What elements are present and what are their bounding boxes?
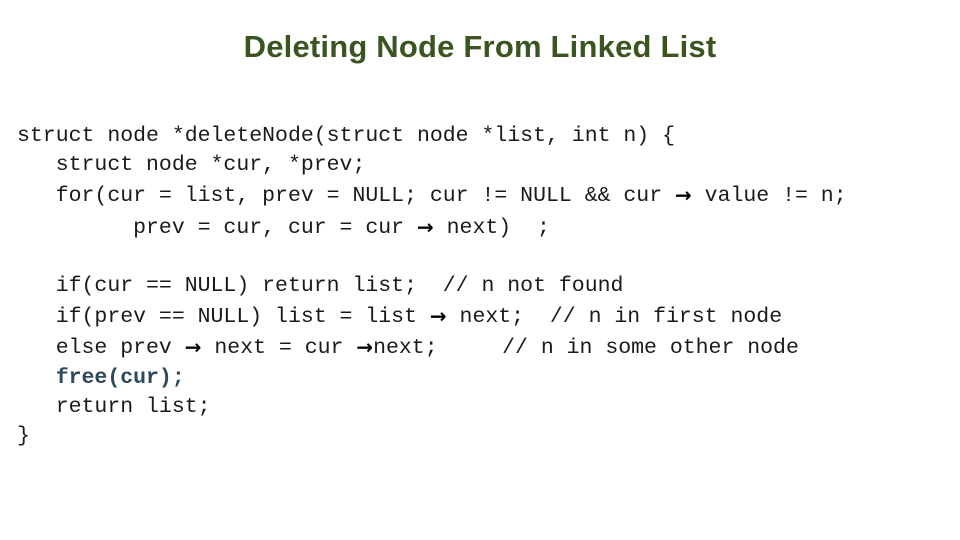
line-signature: struct node *deleteNode(struct node *lis…: [17, 122, 947, 151]
code-token: next) ;: [433, 215, 550, 240]
code-token: else prev: [17, 336, 185, 361]
line-declare-vars: struct node *cur, *prev;: [17, 151, 947, 180]
right-arrow-icon: →: [429, 304, 447, 329]
line-close-brace: }: [17, 422, 947, 451]
code-token: if(prev == NULL) list = list: [17, 305, 430, 330]
code-token: next = cur: [201, 336, 357, 361]
code-token: next; // n in some other node: [373, 336, 799, 361]
right-arrow-icon: →: [184, 335, 202, 360]
line-blank: [17, 243, 947, 272]
code-token-free-call: free(cur);: [55, 365, 185, 390]
line-free-cur: free(cur);: [17, 364, 947, 393]
code-token: return list;: [17, 394, 211, 419]
code-token: prev = cur, cur = cur: [17, 215, 417, 240]
line-for-header: for(cur = list, prev = NULL; cur != NULL…: [17, 180, 947, 211]
right-arrow-icon: →: [356, 335, 374, 360]
right-arrow-icon: →: [675, 183, 692, 208]
line-if-cur-null: if(cur == NULL) return list; // n not fo…: [17, 272, 947, 301]
code-token: struct node *cur, *prev;: [17, 153, 366, 178]
line-return-list: return list;: [17, 393, 947, 422]
code-token: for(cur = list, prev = NULL; cur != NULL…: [17, 184, 676, 209]
code-token: next; // n in first node: [446, 305, 783, 330]
code-listing: struct node *deleteNode(struct node *lis…: [17, 122, 947, 451]
slide-canvas: Deleting Node From Linked List struct no…: [0, 0, 960, 540]
code-token: if(cur == NULL) return list; // n not fo…: [17, 274, 624, 298]
code-token: struct node *deleteNode(struct node *lis…: [17, 124, 676, 148]
code-token: }: [17, 424, 30, 449]
right-arrow-icon: →: [416, 214, 434, 239]
page-title: Deleting Node From Linked List: [243, 29, 717, 64]
code-token: value != n;: [691, 184, 847, 209]
line-if-prev-null: if(prev == NULL) list = list → next; // …: [17, 301, 947, 332]
line-else-branch: else prev → next = cur →next; // n in so…: [17, 332, 947, 363]
line-for-update: prev = cur, cur = cur → next) ;: [17, 212, 947, 243]
